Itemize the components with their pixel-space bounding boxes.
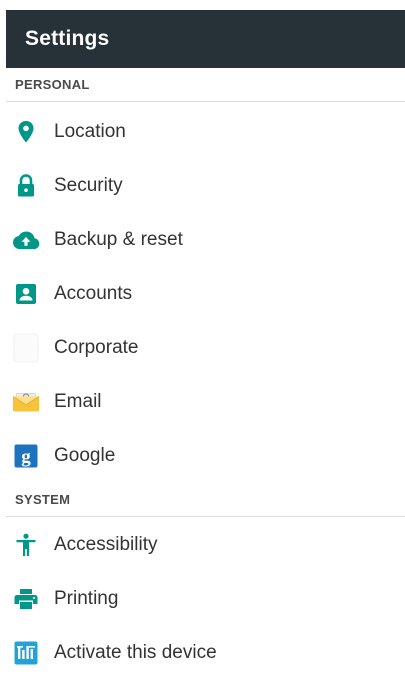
settings-item-label: Accessibility [54, 534, 158, 555]
account-box-icon [12, 280, 40, 308]
settings-item-accounts[interactable]: Accounts [6, 267, 405, 321]
email-envelope-icon [12, 388, 40, 416]
section-header-system: SYSTEM [6, 483, 405, 517]
settings-item-label: Accounts [54, 283, 133, 304]
settings-item-label: Corporate [54, 337, 139, 358]
page-title: Settings [25, 27, 110, 50]
settings-item-label: Backup & reset [54, 229, 183, 250]
section-header-personal: PERSONAL [6, 68, 405, 102]
svg-text:g: g [21, 447, 31, 468]
lock-icon [12, 172, 40, 200]
activate-device-icon [12, 639, 40, 667]
settings-item-corporate[interactable]: Corporate [6, 321, 405, 375]
settings-screen: Settings PERSONAL Location Security Back… [6, 10, 405, 693]
settings-item-label: Activate this device [54, 642, 217, 663]
personal-settings-list: Location Security Backup & reset Account… [6, 105, 405, 483]
settings-item-partial[interactable] [6, 680, 405, 693]
settings-item-activate-device[interactable]: Activate this device [6, 626, 405, 680]
settings-item-label: Security [54, 175, 123, 196]
settings-item-backup-reset[interactable]: Backup & reset [6, 213, 405, 267]
settings-item-email[interactable]: Email [6, 375, 405, 429]
settings-item-security[interactable]: Security [6, 159, 405, 213]
settings-item-label: Google [54, 445, 116, 466]
accessibility-icon [12, 531, 40, 559]
settings-item-location[interactable]: Location [6, 105, 405, 159]
settings-item-label: Email [54, 391, 102, 412]
settings-item-accessibility[interactable]: Accessibility [6, 518, 405, 572]
settings-item-label: Location [54, 121, 126, 142]
settings-item-google[interactable]: g Google [6, 429, 405, 483]
settings-item-printing[interactable]: Printing [6, 572, 405, 626]
cloud-upload-icon [12, 226, 40, 254]
location-pin-icon [12, 118, 40, 146]
corporate-icon [12, 333, 40, 363]
printer-icon [12, 585, 40, 613]
settings-item-label: Printing [54, 588, 119, 609]
google-g-icon: g [12, 442, 40, 470]
app-bar: Settings [6, 10, 405, 68]
system-settings-list: Accessibility Printing Activate this dev… [6, 518, 405, 693]
